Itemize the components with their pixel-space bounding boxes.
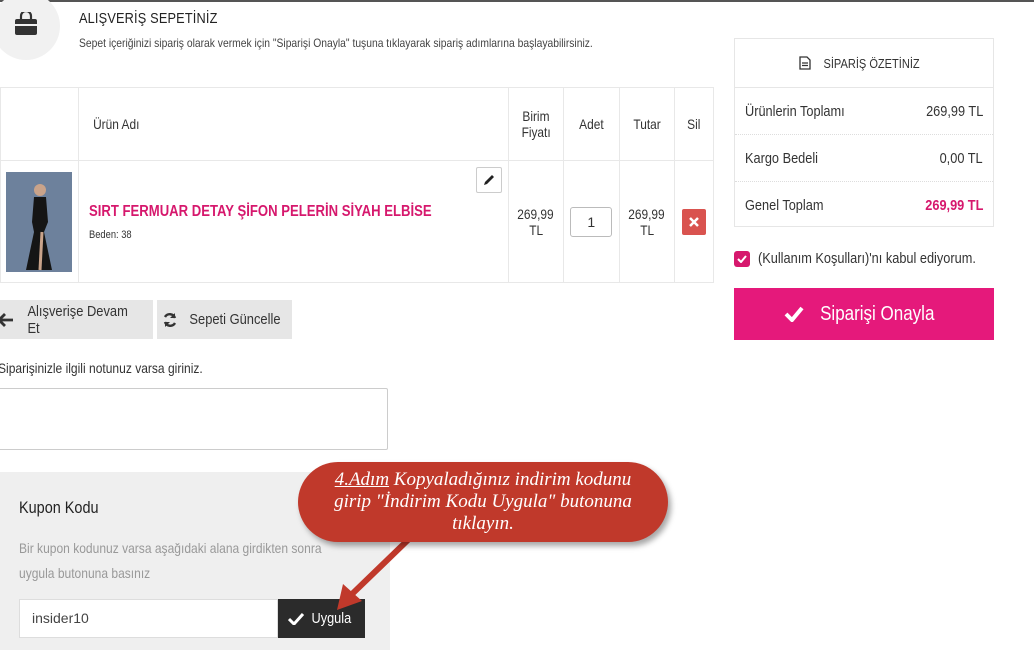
callout-step: 4.Adım (334, 469, 390, 490)
callout-arrow (337, 535, 413, 610)
instruction-callout: 4.Adım Kopyaladığınız indirim kodunu gir… (298, 462, 668, 542)
